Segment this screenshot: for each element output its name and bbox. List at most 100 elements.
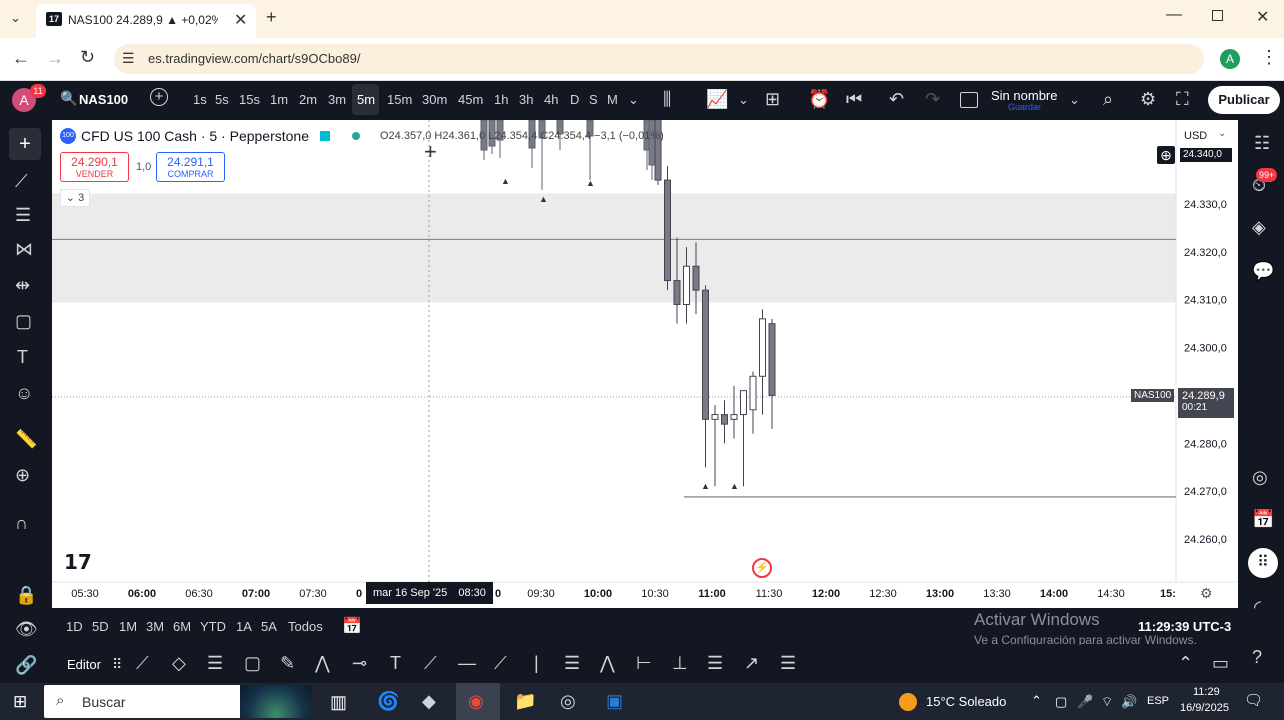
taskbar-app-blue-icon[interactable]: ▣ [606, 692, 623, 710]
editor-label[interactable]: Editor [67, 657, 101, 672]
apps-grid-icon[interactable]: ⠿ [1248, 548, 1278, 578]
draw-range-icon[interactable]: ⊢ [636, 654, 652, 672]
draw-hline-icon[interactable]: ⊸ [352, 654, 367, 672]
draw-more-icon[interactable]: ☰ [780, 654, 796, 672]
add-alert-plus-icon[interactable]: ⊕ [1157, 146, 1175, 164]
taskbar-app-copilot-icon[interactable]: 🌀 [377, 692, 399, 710]
time-axis-settings-icon[interactable]: ⚙ [1200, 585, 1213, 602]
indicators-icon[interactable]: 📈 [706, 90, 728, 108]
tray-camera-icon[interactable]: ▢ [1055, 693, 1067, 711]
layout-dropdown-icon[interactable]: ⌄ [1069, 91, 1080, 109]
timeframe-45m[interactable]: 45m [458, 92, 483, 107]
publish-button[interactable]: Publicar [1208, 86, 1280, 114]
range-todos[interactable]: Todos [288, 619, 323, 634]
feed-icon[interactable]: ◜ [1254, 598, 1261, 616]
taskbar-explorer-icon[interactable]: 📁 [514, 692, 536, 710]
tab-list-icon[interactable]: ⌄ [10, 10, 21, 26]
range-1m[interactable]: 1M [119, 619, 137, 634]
reload-icon[interactable]: ↻ [80, 47, 95, 68]
layout-select-icon[interactable] [960, 92, 978, 108]
candle-type-icon[interactable]: ⫼ [663, 90, 671, 108]
zoom-tool-icon[interactable]: ⊕ [15, 466, 30, 484]
timeframe-5m[interactable]: 5m [357, 92, 375, 107]
lock-drawings-icon[interactable]: 🔒 [15, 586, 37, 604]
weather-sun-icon[interactable] [899, 693, 917, 711]
prediction-tool-icon[interactable]: ⇹ [15, 276, 30, 294]
draw-fib-icon[interactable]: ☰ [207, 654, 223, 672]
help-icon[interactable]: ? [1252, 648, 1262, 666]
ruler-tool-icon[interactable]: 📏 [15, 430, 37, 448]
undo-icon[interactable]: ↶ [889, 90, 904, 108]
maximize-icon[interactable] [1212, 10, 1223, 21]
goto-date-icon[interactable]: 📅 [342, 616, 362, 636]
timeframe-d[interactable]: D [570, 92, 579, 107]
layers-icon[interactable]: ◈ [1252, 218, 1266, 236]
draw-line-icon[interactable]: ⟋ [136, 654, 149, 672]
draw-forecast-icon[interactable]: ↗ [744, 654, 759, 672]
target-icon[interactable]: ◎ [1252, 468, 1268, 486]
browser-menu-icon[interactable]: ⋮ [1260, 47, 1278, 68]
timeframe-s[interactable]: S [589, 92, 598, 107]
range-1a[interactable]: 1A [236, 619, 252, 634]
timeframe-m[interactable]: M [607, 92, 618, 107]
fib-tool-icon[interactable]: ☰ [15, 206, 31, 224]
timeframe-5s[interactable]: 5s [215, 92, 229, 107]
close-window-icon[interactable]: ✕ [1256, 7, 1269, 27]
draw-horizontal-icon[interactable]: — [458, 654, 476, 672]
draw-rect-icon[interactable]: ▢ [244, 654, 261, 672]
taskbar-app-chrome2-icon[interactable]: ◎ [560, 692, 576, 710]
close-tab-icon[interactable]: ✕ [234, 10, 247, 30]
trend-line-tool-icon[interactable]: ⟋ [15, 172, 28, 190]
draw-brush-icon[interactable]: ✎ [280, 654, 295, 672]
timeframe-15m[interactable]: 15m [387, 92, 412, 107]
task-view-icon[interactable]: ▥ [330, 693, 347, 711]
fullscreen-icon[interactable]: ⛶ [1176, 90, 1189, 108]
candlestick-chart[interactable]: + ▲ ▲ ▲ ▲ ▲ 24.330,0 24.320,0 24.310,0 24.300,0 24… [52, 120, 1238, 608]
timeframe-1s[interactable]: 1s [193, 92, 207, 107]
redo-icon[interactable]: ↷ [925, 90, 940, 108]
sell-button[interactable]: 24.290,1 VENDER [60, 152, 129, 182]
range-6m[interactable]: 6M [173, 619, 191, 634]
minimize-icon[interactable]: — [1166, 6, 1182, 24]
symbol-search-icon[interactable]: 🔍 [60, 90, 77, 107]
notification-center-icon[interactable]: 🗨 [1244, 692, 1263, 710]
symbol-name[interactable]: NAS100 [79, 92, 128, 107]
timeframe-3h[interactable]: 3h [519, 92, 533, 107]
text-tool-icon[interactable]: T [17, 348, 28, 366]
indicators-collapse-toggle[interactable]: ⌄ 3 [60, 189, 90, 207]
draw-parallel-icon[interactable]: ☰ [564, 654, 580, 672]
shapes-tool-icon[interactable]: ▢ [15, 312, 32, 330]
range-1d[interactable]: 1D [66, 619, 83, 634]
new-tab-icon[interactable]: + [266, 7, 277, 28]
compare-symbol-icon[interactable]: + [150, 88, 168, 106]
timeframe-3m[interactable]: 3m [328, 92, 346, 107]
chart-pane[interactable]: + ▲ ▲ ▲ ▲ ▲ 24.330,0 24.320,0 24.310,0 24.300,0 24… [52, 120, 1238, 608]
watchlist-icon[interactable]: ☷ [1254, 134, 1270, 152]
draw-text-icon[interactable]: T [390, 654, 401, 672]
quick-search-icon[interactable]: ⌕ [1103, 90, 1113, 108]
hide-drawings-icon[interactable]: 👁 [15, 620, 38, 638]
buy-button[interactable]: 24.291,1 COMPRAR [156, 152, 225, 182]
site-info-icon[interactable]: ☰ [122, 50, 135, 67]
timeframe-15s[interactable]: 15s [239, 92, 260, 107]
calendar-icon[interactable]: 📅 [1252, 510, 1274, 528]
timeframe-1h[interactable]: 1h [494, 92, 508, 107]
replay-icon[interactable]: ⏮ [846, 90, 862, 108]
range-5a[interactable]: 5A [261, 619, 277, 634]
chat-icon[interactable]: 💬 [1252, 262, 1274, 280]
timeframe-30m[interactable]: 30m [422, 92, 447, 107]
tray-date[interactable]: 16/9/2025 [1180, 702, 1229, 714]
draw-ray-icon[interactable]: ⟋ [424, 654, 437, 672]
collapse-panel-icon[interactable]: ⌃ [1178, 654, 1193, 672]
profile-avatar[interactable]: A [1220, 49, 1240, 69]
range-5d[interactable]: 5D [92, 619, 109, 634]
tray-language[interactable]: ESP [1147, 695, 1169, 707]
draw-diamond-icon[interactable]: ◇ [172, 654, 186, 672]
clock-timezone[interactable]: 11:29:39 UTC-3 [1138, 619, 1231, 634]
link-icon[interactable]: 🔗 [15, 656, 37, 674]
templates-icon[interactable]: ⊞ [765, 90, 780, 108]
tray-volume-icon[interactable]: 🔊 [1121, 693, 1137, 711]
taskbar-search[interactable]: ⌕ Buscar [44, 685, 312, 718]
draw-extended-icon[interactable]: ⟋ [494, 654, 507, 672]
timeframe-4h[interactable]: 4h [544, 92, 558, 107]
